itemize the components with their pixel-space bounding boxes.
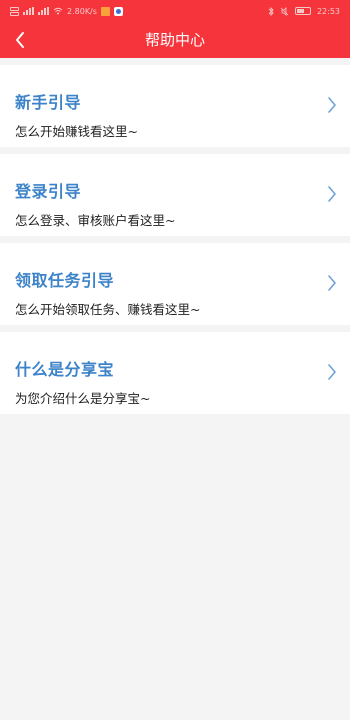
help-item-login-guide[interactable]: 登录引导 怎么登录、审核账户看这里~	[0, 154, 350, 236]
chevron-right-icon	[328, 275, 336, 291]
wifi-icon	[53, 7, 63, 15]
help-item-subtitle: 怎么登录、审核账户看这里~	[15, 213, 176, 228]
bluetooth-icon	[268, 6, 274, 16]
chevron-right-icon	[328, 364, 336, 380]
network-speed: 2.80K/s	[67, 6, 97, 16]
help-list: 新手引导 怎么开始赚钱看这里~ 登录引导 怎么登录、审核账户看这里~ 领取任务引…	[0, 58, 350, 414]
help-item-subtitle: 为您介绍什么是分享宝~	[15, 391, 151, 406]
status-bar: 2.80K/s 22:53	[0, 0, 350, 22]
status-right: 22:53	[268, 6, 340, 16]
help-item-newbie-guide[interactable]: 新手引导 怎么开始赚钱看这里~	[0, 65, 350, 147]
help-item-title: 什么是分享宝	[15, 360, 115, 379]
help-item-title: 领取任务引导	[15, 271, 115, 290]
nav-bar: 帮助中心	[0, 22, 350, 58]
help-item-title: 登录引导	[15, 182, 82, 201]
help-item-subtitle: 怎么开始领取任务、赚钱看这里~	[15, 302, 201, 317]
app-notification-icon	[113, 6, 123, 16]
signal-icon-2	[38, 7, 49, 15]
notification-icon	[100, 6, 110, 16]
signal-icon	[23, 7, 34, 15]
page-title: 帮助中心	[144, 31, 205, 49]
status-left: 2.80K/s	[10, 6, 123, 16]
help-item-subtitle: 怎么开始赚钱看这里~	[15, 124, 138, 139]
sim-icon	[10, 6, 19, 16]
top-bar: 2.80K/s 22:53 帮助中心	[0, 0, 350, 58]
mute-icon	[280, 6, 289, 16]
chevron-right-icon	[328, 186, 336, 202]
help-item-what-is-fenxiangbao[interactable]: 什么是分享宝 为您介绍什么是分享宝~	[0, 332, 350, 414]
chevron-right-icon	[328, 97, 336, 113]
help-item-task-guide[interactable]: 领取任务引导 怎么开始领取任务、赚钱看这里~	[0, 243, 350, 325]
battery-icon	[294, 7, 311, 15]
status-time: 22:53	[316, 6, 340, 16]
help-item-title: 新手引导	[15, 93, 82, 112]
